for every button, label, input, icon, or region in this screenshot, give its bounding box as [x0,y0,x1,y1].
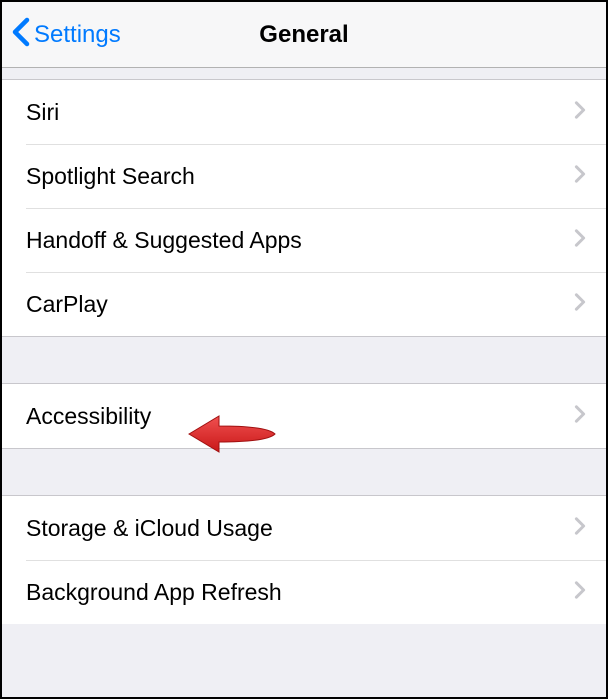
chevron-right-icon [574,228,586,253]
list-group-0: Siri Spotlight Search Handoff & Suggeste… [2,80,606,336]
row-siri[interactable]: Siri [2,80,606,144]
row-label: Spotlight Search [26,163,195,190]
chevron-right-icon [574,100,586,125]
chevron-right-icon [574,292,586,317]
list-group-1: Accessibility [2,384,606,448]
row-label: Handoff & Suggested Apps [26,227,302,254]
row-label: Background App Refresh [26,579,282,606]
chevron-right-icon [574,404,586,429]
chevron-left-icon [12,17,30,52]
row-spotlight-search[interactable]: Spotlight Search [2,144,606,208]
row-handoff-suggested-apps[interactable]: Handoff & Suggested Apps [2,208,606,272]
list-group-2: Storage & iCloud Usage Background App Re… [2,496,606,624]
group-spacer [2,448,606,496]
row-accessibility[interactable]: Accessibility [2,384,606,448]
row-label: CarPlay [26,291,108,318]
row-label: Siri [26,99,59,126]
group-spacer [2,68,606,80]
chevron-right-icon [574,164,586,189]
back-button[interactable]: Settings [2,17,121,52]
navbar: Settings General [2,2,606,68]
chevron-right-icon [574,516,586,541]
group-spacer [2,336,606,384]
row-carplay[interactable]: CarPlay [2,272,606,336]
row-label: Storage & iCloud Usage [26,515,273,542]
row-storage-icloud-usage[interactable]: Storage & iCloud Usage [2,496,606,560]
chevron-right-icon [574,580,586,605]
back-label: Settings [34,21,121,49]
row-label: Accessibility [26,403,151,430]
row-background-app-refresh[interactable]: Background App Refresh [2,560,606,624]
